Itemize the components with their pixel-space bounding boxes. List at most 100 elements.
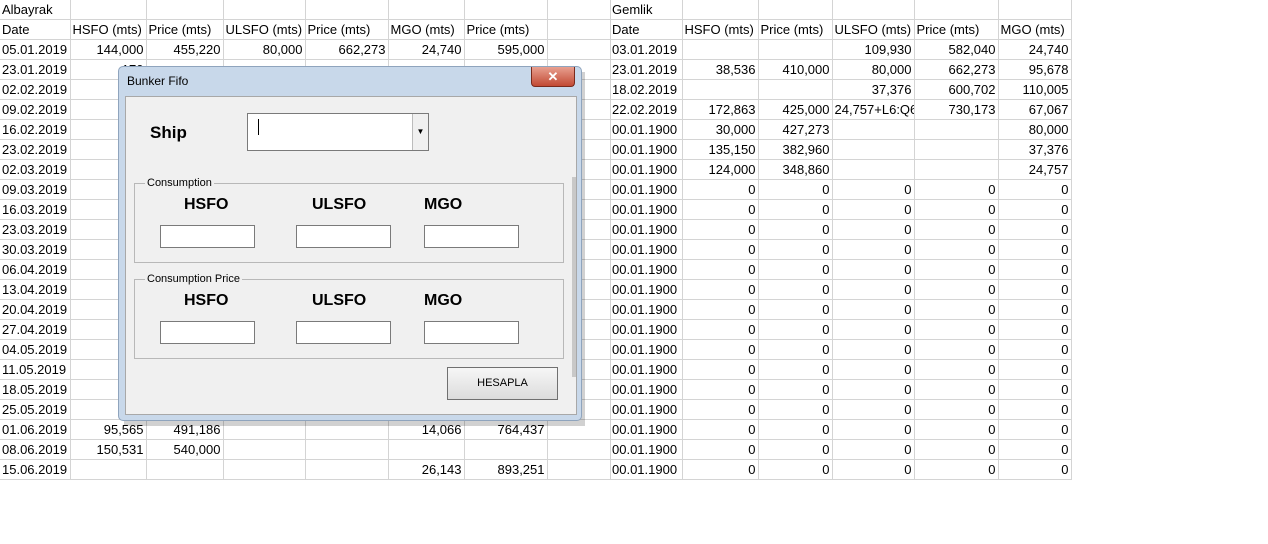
sheet-title[interactable]: Gemlik <box>610 0 683 20</box>
cell[interactable]: 410,000 <box>758 59 833 80</box>
cell[interactable]: 24,740 <box>388 39 465 60</box>
cell[interactable]: 540,000 <box>146 439 224 460</box>
cell[interactable]: 0 <box>758 299 833 320</box>
cell[interactable]: HSFO (mts) <box>682 19 759 40</box>
ship-combobox[interactable]: ▼ <box>247 113 429 151</box>
cell[interactable]: 0 <box>758 339 833 360</box>
cell[interactable]: 80,000 <box>832 59 915 80</box>
cell[interactable]: 0 <box>682 359 759 380</box>
cell[interactable]: 0 <box>832 199 915 220</box>
cell[interactable]: 0 <box>758 239 833 260</box>
cell[interactable]: 38,536 <box>682 59 759 80</box>
cell[interactable]: 0 <box>758 359 833 380</box>
cell[interactable]: 00.01.1900 <box>610 299 683 320</box>
cell[interactable]: 0 <box>914 419 999 440</box>
cell[interactable]: 13.04.2019 <box>0 279 71 300</box>
cell[interactable]: 23.01.2019 <box>0 59 71 80</box>
cell[interactable]: 0 <box>998 359 1072 380</box>
cell[interactable]: 0 <box>682 179 759 200</box>
cell[interactable]: 600,702 <box>914 79 999 100</box>
cell[interactable]: 0 <box>682 379 759 400</box>
cell[interactable]: 00.01.1900 <box>610 319 683 340</box>
cell[interactable]: Date <box>0 19 71 40</box>
cell[interactable]: 110,005 <box>998 79 1072 100</box>
cell[interactable]: 0 <box>758 199 833 220</box>
cell[interactable]: 124,000 <box>682 159 759 180</box>
cell[interactable]: 0 <box>682 399 759 420</box>
cell[interactable]: 24,740 <box>998 39 1072 60</box>
cell[interactable] <box>547 39 611 60</box>
cell[interactable]: 0 <box>832 219 915 240</box>
cell[interactable]: 37,376 <box>998 139 1072 160</box>
cell[interactable]: 22.02.2019 <box>610 99 683 120</box>
cell[interactable]: 0 <box>832 359 915 380</box>
cell[interactable]: 09.02.2019 <box>0 99 71 120</box>
cell[interactable]: 0 <box>914 319 999 340</box>
cell[interactable] <box>758 39 833 60</box>
cell[interactable]: 150,531 <box>70 439 147 460</box>
cell[interactable]: 11.05.2019 <box>0 359 71 380</box>
cell[interactable] <box>758 79 833 100</box>
cell[interactable]: 02.02.2019 <box>0 79 71 100</box>
cell[interactable]: 109,930 <box>832 39 915 60</box>
cell[interactable]: 00.01.1900 <box>610 359 683 380</box>
cell[interactable]: 455,220 <box>146 39 224 60</box>
cell[interactable]: 0 <box>758 319 833 340</box>
cell[interactable]: 0 <box>914 299 999 320</box>
cell[interactable]: 0 <box>682 199 759 220</box>
cell[interactable]: 0 <box>682 339 759 360</box>
cell[interactable]: 02.03.2019 <box>0 159 71 180</box>
cell[interactable]: 20.04.2019 <box>0 299 71 320</box>
cell[interactable]: 18.02.2019 <box>610 79 683 100</box>
cell[interactable]: 06.04.2019 <box>0 259 71 280</box>
cell[interactable]: Price (mts) <box>758 19 833 40</box>
cell[interactable] <box>223 459 306 480</box>
cell[interactable]: 0 <box>998 259 1072 280</box>
cell[interactable]: 0 <box>998 459 1072 480</box>
cell[interactable]: 23.01.2019 <box>610 59 683 80</box>
cell[interactable]: 04.05.2019 <box>0 339 71 360</box>
price-hsfo-input[interactable] <box>160 321 255 344</box>
cell[interactable]: 0 <box>998 419 1072 440</box>
close-button[interactable]: ✕ <box>531 67 575 87</box>
sheet-title[interactable]: Albayrak <box>0 0 71 20</box>
cell[interactable] <box>682 79 759 100</box>
cell[interactable]: ULSFO (mts) <box>832 19 915 40</box>
cell[interactable]: 00.01.1900 <box>610 379 683 400</box>
dialog-scrollbar[interactable] <box>572 177 576 377</box>
cell[interactable]: 662,273 <box>305 39 389 60</box>
cell[interactable]: 0 <box>998 439 1072 460</box>
cell[interactable]: 0 <box>832 239 915 260</box>
cell[interactable]: MGO (mts) <box>998 19 1072 40</box>
consumption-mgo-input[interactable] <box>424 225 519 248</box>
cell[interactable]: 0 <box>832 259 915 280</box>
price-ulsfo-input[interactable] <box>296 321 391 344</box>
cell[interactable] <box>547 19 611 40</box>
cell[interactable]: 37,376 <box>832 79 915 100</box>
cell[interactable]: 0 <box>998 339 1072 360</box>
cell[interactable]: 0 <box>998 399 1072 420</box>
consumption-ulsfo-input[interactable] <box>296 225 391 248</box>
cell[interactable]: 0 <box>914 399 999 420</box>
cell[interactable] <box>223 439 306 460</box>
cell[interactable]: 348,860 <box>758 159 833 180</box>
cell[interactable]: 595,000 <box>464 39 548 60</box>
cell[interactable] <box>146 0 224 20</box>
cell[interactable]: 0 <box>758 419 833 440</box>
cell[interactable]: 09.03.2019 <box>0 179 71 200</box>
cell[interactable]: 00.01.1900 <box>610 279 683 300</box>
cell[interactable]: 00.01.1900 <box>610 159 683 180</box>
cell[interactable] <box>547 0 611 20</box>
cell[interactable] <box>146 459 224 480</box>
cell[interactable] <box>70 0 147 20</box>
cell[interactable]: 0 <box>998 219 1072 240</box>
cell[interactable] <box>832 119 915 140</box>
cell[interactable]: 0 <box>832 299 915 320</box>
cell[interactable]: 893,251 <box>464 459 548 480</box>
cell[interactable]: 0 <box>832 379 915 400</box>
cell[interactable]: 24,757 <box>998 159 1072 180</box>
cell[interactable] <box>758 0 833 20</box>
cell[interactable]: 0 <box>682 279 759 300</box>
cell[interactable]: 00.01.1900 <box>610 239 683 260</box>
cell[interactable]: 00.01.1900 <box>610 399 683 420</box>
